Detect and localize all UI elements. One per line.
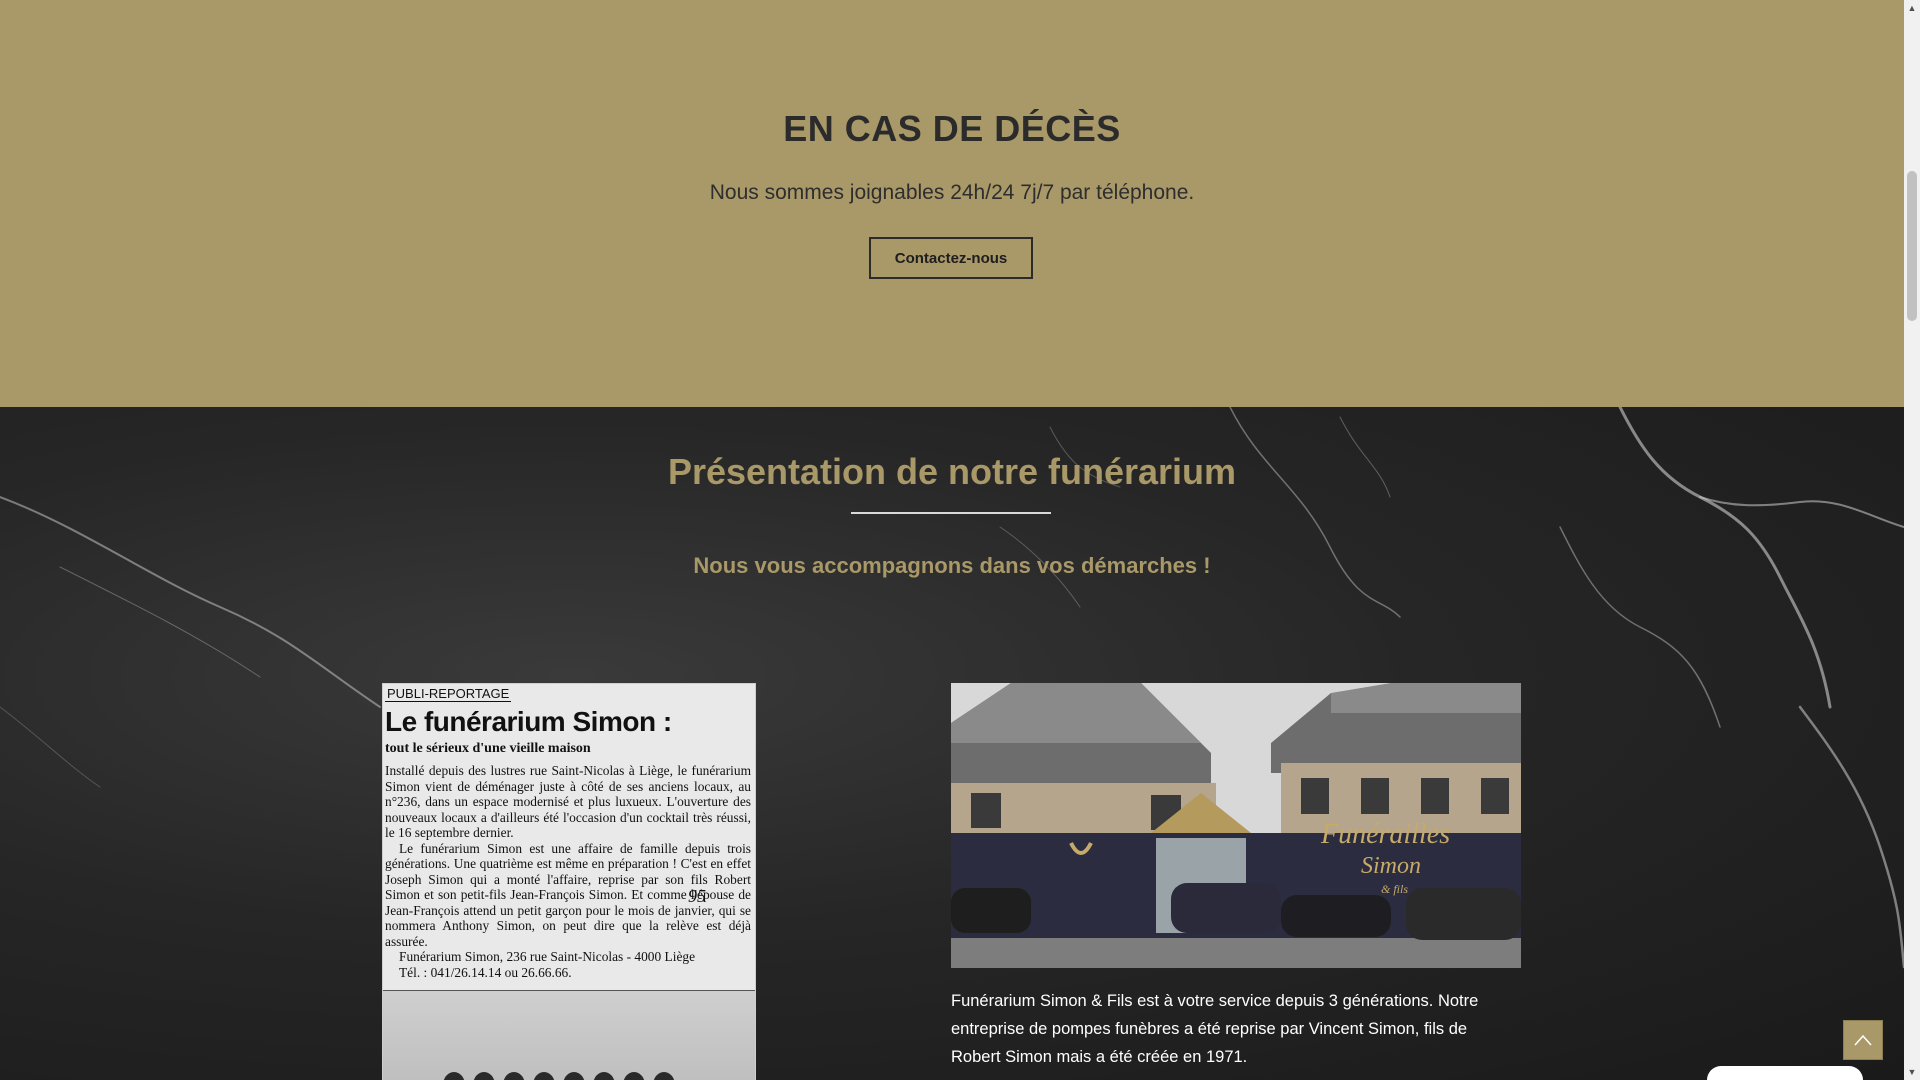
clipping-address: Funérarium Simon, 236 rue Saint-Nicolas … bbox=[399, 949, 696, 964]
title-divider bbox=[851, 512, 1051, 514]
sign-line-2: Simon bbox=[1361, 853, 1421, 879]
presentation-title: Présentation de notre funérarium bbox=[667, 451, 1237, 492]
chevron-up-icon bbox=[1854, 1034, 1872, 1046]
clipping-body: Installé depuis des lustres rue Saint-Ni… bbox=[385, 763, 751, 980]
emergency-title: EN CAS DE DÉCÈS bbox=[783, 108, 1121, 149]
newspaper-clipping-image: PUBLI-REPORTAGE Le funérarium Simon : to… bbox=[382, 683, 756, 1080]
chat-widget[interactable] bbox=[1707, 1066, 1863, 1080]
clipping-paragraph: Installé depuis des lustres rue Saint-Ni… bbox=[385, 763, 751, 840]
clipping-tag: PUBLI-REPORTAGE bbox=[385, 686, 512, 702]
sign-line-3: & fils bbox=[1381, 882, 1408, 896]
page: EN CAS DE DÉCÈS Nous sommes joignables 2… bbox=[0, 0, 1904, 1080]
scrollbar-thumb[interactable] bbox=[1907, 171, 1917, 321]
clipping-kicker: tout le sérieux d'une vieille maison bbox=[385, 741, 591, 756]
clipping-headline: Le funérarium Simon : bbox=[385, 706, 672, 737]
sign-line-1: Funérailles bbox=[1320, 819, 1450, 850]
presentation-description: Funérarium Simon & Fils est à votre serv… bbox=[951, 992, 1479, 1066]
presentation-subtitle: Nous vous accompagnons dans vos démarche… bbox=[693, 553, 1211, 578]
back-to-top-button[interactable] bbox=[1843, 1020, 1883, 1060]
clipping-photo bbox=[383, 990, 755, 1080]
funeral-home-photo: Funérailles Simon & fils bbox=[951, 683, 1521, 968]
presentation-section: Présentation de notre funérarium Nous vo… bbox=[0, 407, 1904, 1080]
clipping-phone: Tél. : 041/26.14.14 ou 26.66.66. bbox=[399, 964, 572, 980]
emergency-text: Nous sommes joignables 24h/24 7j/7 par t… bbox=[709, 181, 1195, 204]
scroll-down-arrow-icon[interactable]: ▼ bbox=[1904, 1064, 1920, 1080]
scroll-up-arrow-icon[interactable]: ▲ bbox=[1904, 0, 1920, 16]
clipping-handwritten-note: 95 bbox=[688, 886, 706, 906]
building-illustration: Funérailles Simon & fils bbox=[951, 683, 1521, 968]
contact-button[interactable]: Contactez-nous bbox=[869, 237, 1033, 279]
scrollbar[interactable]: ▲ ▼ bbox=[1904, 0, 1920, 1080]
emergency-section: EN CAS DE DÉCÈS Nous sommes joignables 2… bbox=[0, 0, 1904, 407]
